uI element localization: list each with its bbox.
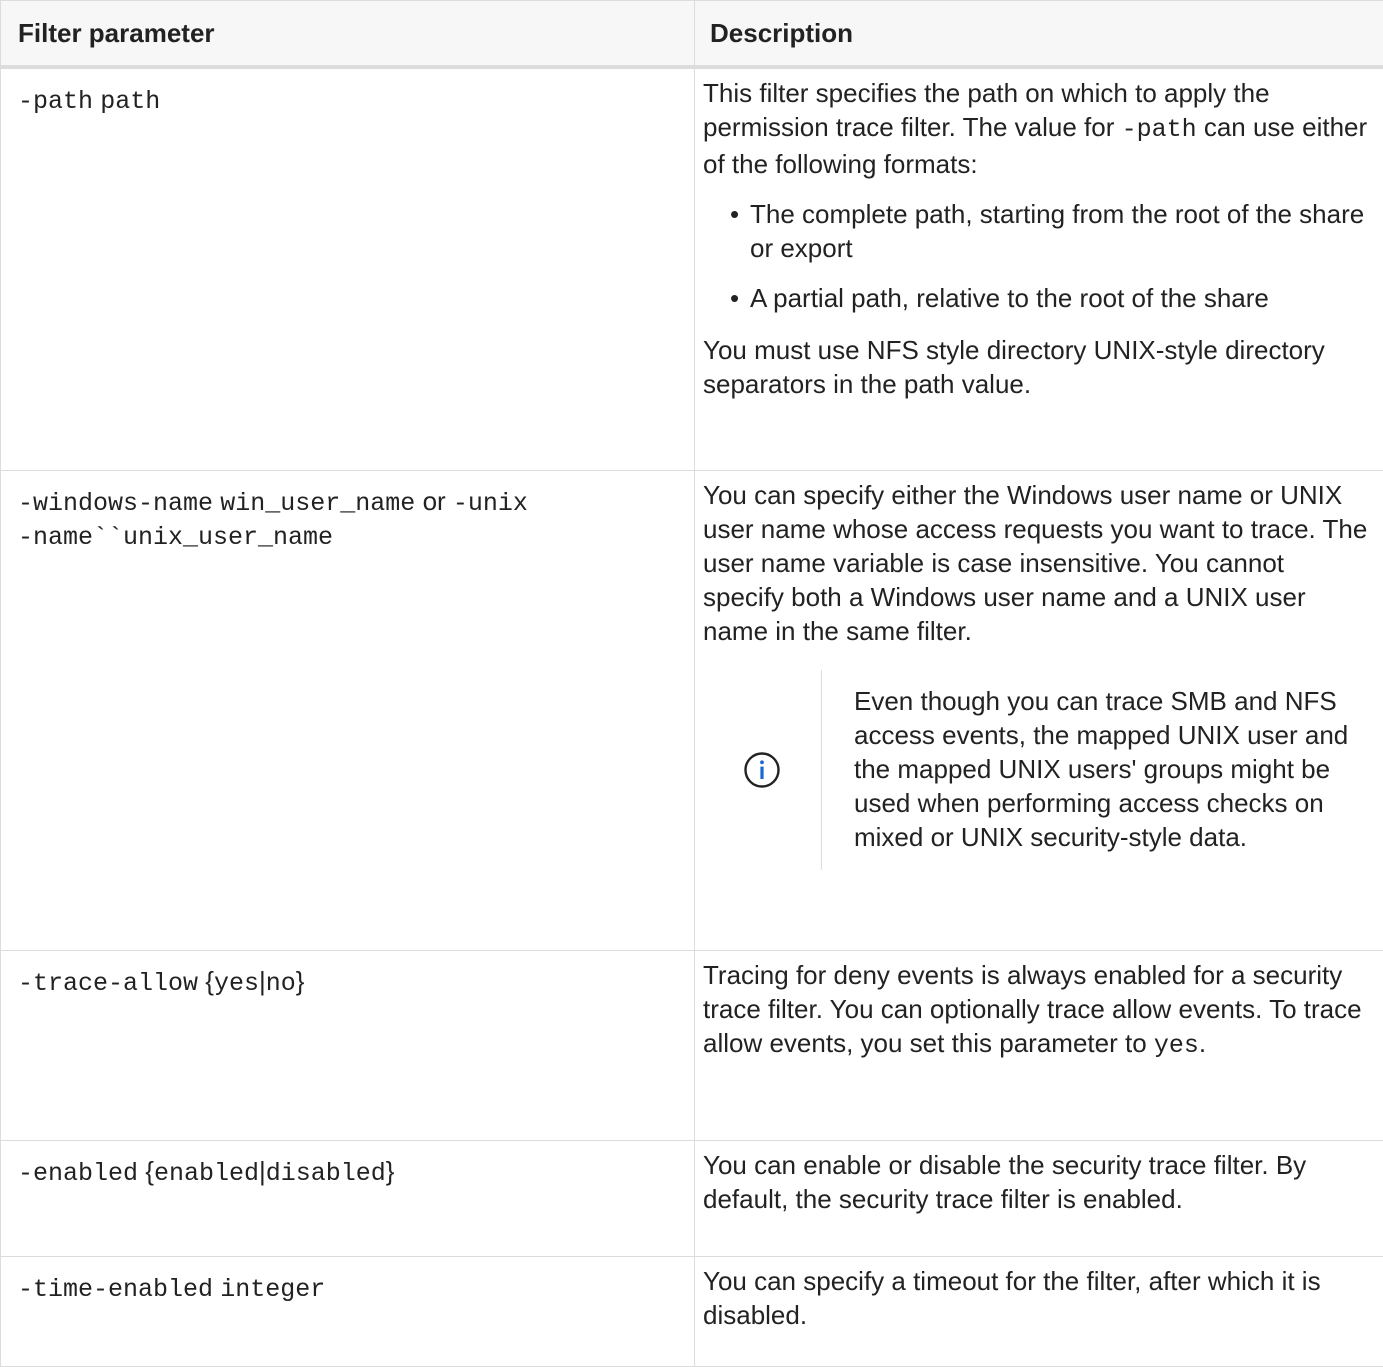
desc-text: This filter specifies the path on which … bbox=[703, 76, 1371, 181]
param-or: or bbox=[423, 486, 446, 516]
param-flag: -time-enabled bbox=[18, 1275, 213, 1304]
list-item: The complete path, starting from the roo… bbox=[703, 197, 1371, 265]
desc-cell-enabled: You can enable or disable the security t… bbox=[695, 1140, 1383, 1256]
filter-parameters-table: Filter parameter Description -path path … bbox=[0, 0, 1383, 1367]
list-item: A partial path, relative to the root of … bbox=[703, 281, 1371, 315]
desc-cell-path: This filter specifies the path on which … bbox=[695, 67, 1383, 470]
desc-text-after: You must use NFS style directory UNIX-st… bbox=[703, 333, 1371, 401]
note-text: Even though you can trace SMB and NFS ac… bbox=[821, 670, 1361, 870]
param-arg: path bbox=[100, 87, 160, 116]
param-flag: -enabled bbox=[18, 1159, 138, 1188]
desc-text: You can specify either the Windows user … bbox=[703, 478, 1371, 648]
param-arg: integer bbox=[220, 1275, 325, 1304]
brace-open: { bbox=[205, 966, 214, 996]
table-header-row: Filter parameter Description bbox=[1, 1, 1383, 68]
header-filter-parameter: Filter parameter bbox=[1, 1, 695, 68]
desc-text-part: . bbox=[1199, 1028, 1206, 1058]
value-separator: | bbox=[259, 1156, 266, 1186]
param-flag: -windows-name bbox=[18, 489, 213, 518]
param-flag: -path bbox=[18, 87, 93, 116]
inline-code: -path bbox=[1122, 115, 1197, 144]
param-flag: -trace-allow bbox=[18, 969, 198, 998]
param-line-2: -name``unix_user_name bbox=[18, 521, 684, 555]
table-row-user-name: -windows-name win_user_name or -unix -na… bbox=[1, 470, 1383, 950]
inline-code: yes bbox=[1154, 1031, 1199, 1060]
desc-text: Tracing for deny events is always enable… bbox=[703, 958, 1371, 1063]
path-format-list: The complete path, starting from the roo… bbox=[703, 197, 1371, 315]
header-description: Description bbox=[695, 1, 1383, 68]
param-cell-user-name: -windows-name win_user_name or -unix -na… bbox=[1, 470, 695, 950]
desc-cell-time-enabled: You can specify a timeout for the filter… bbox=[695, 1256, 1383, 1366]
brace-close: } bbox=[386, 1156, 395, 1186]
param-cell-path: -path path bbox=[1, 67, 695, 470]
param-flag: -unix bbox=[453, 489, 528, 518]
param-cell-time-enabled: -time-enabled integer bbox=[1, 1256, 695, 1366]
desc-cell-user-name: You can specify either the Windows user … bbox=[695, 470, 1383, 950]
note-icon-container bbox=[703, 751, 821, 789]
desc-text: You can enable or disable the security t… bbox=[703, 1148, 1371, 1216]
table-row-path: -path path This filter specifies the pat… bbox=[1, 67, 1383, 470]
param-cell-enabled: -enabled {enabled|disabled} bbox=[1, 1140, 695, 1256]
table-row-enabled: -enabled {enabled|disabled} You can enab… bbox=[1, 1140, 1383, 1256]
brace-close: } bbox=[296, 966, 305, 996]
note-admonition: Even though you can trace SMB and NFS ac… bbox=[703, 670, 1371, 870]
param-value: enabled bbox=[154, 1159, 259, 1188]
value-separator: | bbox=[259, 966, 266, 996]
param-value: yes bbox=[214, 969, 259, 998]
table-row-trace-allow: -trace-allow {yes|no} Tracing for deny e… bbox=[1, 950, 1383, 1140]
desc-text: You can specify a timeout for the filter… bbox=[703, 1264, 1371, 1332]
info-icon bbox=[743, 751, 781, 789]
table-row-time-enabled: -time-enabled integer You can specify a … bbox=[1, 1256, 1383, 1366]
desc-cell-trace-allow: Tracing for deny events is always enable… bbox=[695, 950, 1383, 1140]
param-value: no bbox=[266, 969, 296, 998]
brace-open: { bbox=[145, 1156, 154, 1186]
param-arg: win_user_name bbox=[220, 489, 415, 518]
param-value: disabled bbox=[266, 1159, 386, 1188]
param-cell-trace-allow: -trace-allow {yes|no} bbox=[1, 950, 695, 1140]
desc-text-part: Tracing for deny events is always enable… bbox=[703, 960, 1362, 1058]
